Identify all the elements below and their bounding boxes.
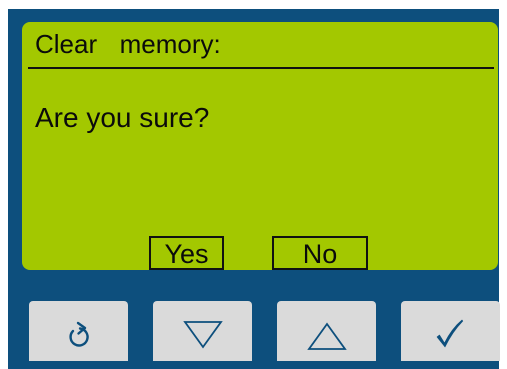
checkmark-icon <box>436 319 464 348</box>
up-key[interactable] <box>277 301 376 361</box>
yes-button[interactable]: Yes <box>149 236 224 270</box>
refresh-icon <box>69 321 89 347</box>
down-key[interactable] <box>153 301 252 361</box>
confirm-key[interactable] <box>401 301 500 361</box>
confirmation-prompt: Are you sure? <box>35 102 210 133</box>
no-button[interactable]: No <box>272 236 368 270</box>
lcd-screen: Clear memory: Are you sure? Yes No <box>22 22 498 270</box>
up-triangle-icon <box>307 322 347 350</box>
back-key[interactable] <box>29 301 128 361</box>
title-divider <box>28 67 494 69</box>
device-panel: Clear memory: Are you sure? Yes No <box>8 9 500 369</box>
down-triangle-icon <box>183 321 223 349</box>
screen-title: Clear memory: <box>35 29 221 59</box>
